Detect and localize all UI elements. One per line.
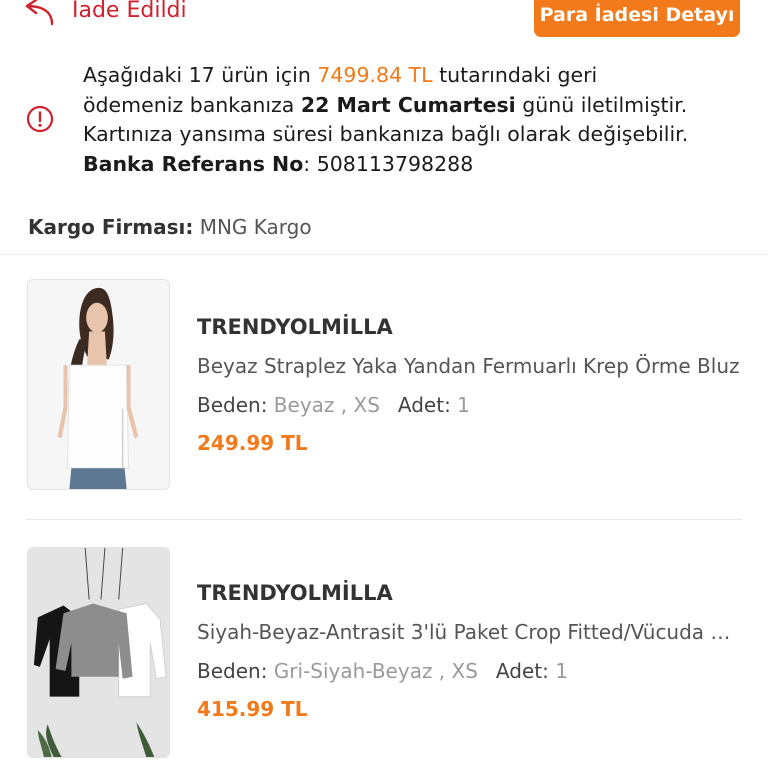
status-title: İade Edildi xyxy=(72,0,187,23)
product-name[interactable]: Beyaz Straplez Yaka Yandan Fermuarlı Kre… xyxy=(197,352,742,380)
info-line2-pre: ödemeniz bankanıza xyxy=(83,92,301,117)
cargo-label: Kargo Firması: xyxy=(28,215,194,239)
order-header: İade Edildi Para İadesi Detayı xyxy=(0,0,768,44)
product-price: 249.99 TL xyxy=(197,431,308,455)
refund-date: 22 Mart Cumartesi xyxy=(300,92,516,117)
info-line-3: Kartınıza yansıma süresi bankanıza bağlı… xyxy=(83,122,689,146)
product-item[interactable]: TRENDYOLMİLLA Beyaz Straplez Yaka Yandan… xyxy=(0,255,768,523)
product-name[interactable]: Siyah-Beyaz-Antrasit 3'lü Paket Crop Fit… xyxy=(197,618,742,646)
product-brand: TRENDYOLMİLLA xyxy=(197,581,393,605)
cargo-company: Kargo Firması: MNG Kargo xyxy=(28,212,312,242)
product-price: 415.99 TL xyxy=(197,697,308,721)
info-line1-pre: Aşağıdaki 17 ürün için xyxy=(83,63,318,87)
refund-info: Aşağıdaki 17 ürün için 7499.84 TL tutarı… xyxy=(0,58,768,183)
product-brand: TRENDYOLMİLLA xyxy=(197,315,393,339)
bank-reference-value: : 508113798288 xyxy=(303,151,474,176)
product-item[interactable]: TRENDYOLMİLLA Siyah-Beyaz-Antrasit 3'lü … xyxy=(0,521,768,768)
quantity-label: Adet: xyxy=(495,659,549,683)
size-label: Beden: xyxy=(197,393,268,417)
refund-info-text: Aşağıdaki 17 ürün için 7499.84 TL tutarı… xyxy=(83,61,753,179)
bank-reference: Banka Referans No: 508113798288 xyxy=(83,150,753,180)
product-variant: Beden: Beyaz , XS Adet: 1 xyxy=(197,391,470,419)
info-line2-post: günü iletilmiştir. xyxy=(515,92,688,117)
refund-amount: 7499.84 TL xyxy=(317,63,433,87)
quantity-label: Adet: xyxy=(397,393,451,417)
product-list: TRENDYOLMİLLA Beyaz Straplez Yaka Yandan… xyxy=(0,254,768,768)
bank-reference-label: Banka Referans No xyxy=(83,151,304,176)
size-value: Gri-Siyah-Beyaz , XS xyxy=(267,659,478,683)
size-value: Beyaz , XS xyxy=(267,393,380,417)
product-variant: Beden: Gri-Siyah-Beyaz , XS Adet: 1 xyxy=(197,657,568,685)
product-image[interactable] xyxy=(27,547,170,758)
info-line-1: Aşağıdaki 17 ürün için 7499.84 TL tutarı… xyxy=(83,61,753,91)
quantity-value: 1 xyxy=(548,659,568,683)
refund-details-button[interactable]: Para İadesi Detayı xyxy=(534,0,740,37)
product-divider xyxy=(26,519,742,520)
return-arrow-icon[interactable] xyxy=(24,0,56,26)
cargo-value: MNG Kargo xyxy=(193,215,312,239)
info-line-2: ödemeniz bankanıza 22 Mart Cumartesi gün… xyxy=(83,91,753,121)
product-image[interactable] xyxy=(27,279,170,490)
size-label: Beden: xyxy=(197,659,268,683)
info-line1-post: tutarındaki geri xyxy=(432,63,598,87)
quantity-value: 1 xyxy=(450,393,470,417)
info-circle-icon xyxy=(26,105,54,133)
